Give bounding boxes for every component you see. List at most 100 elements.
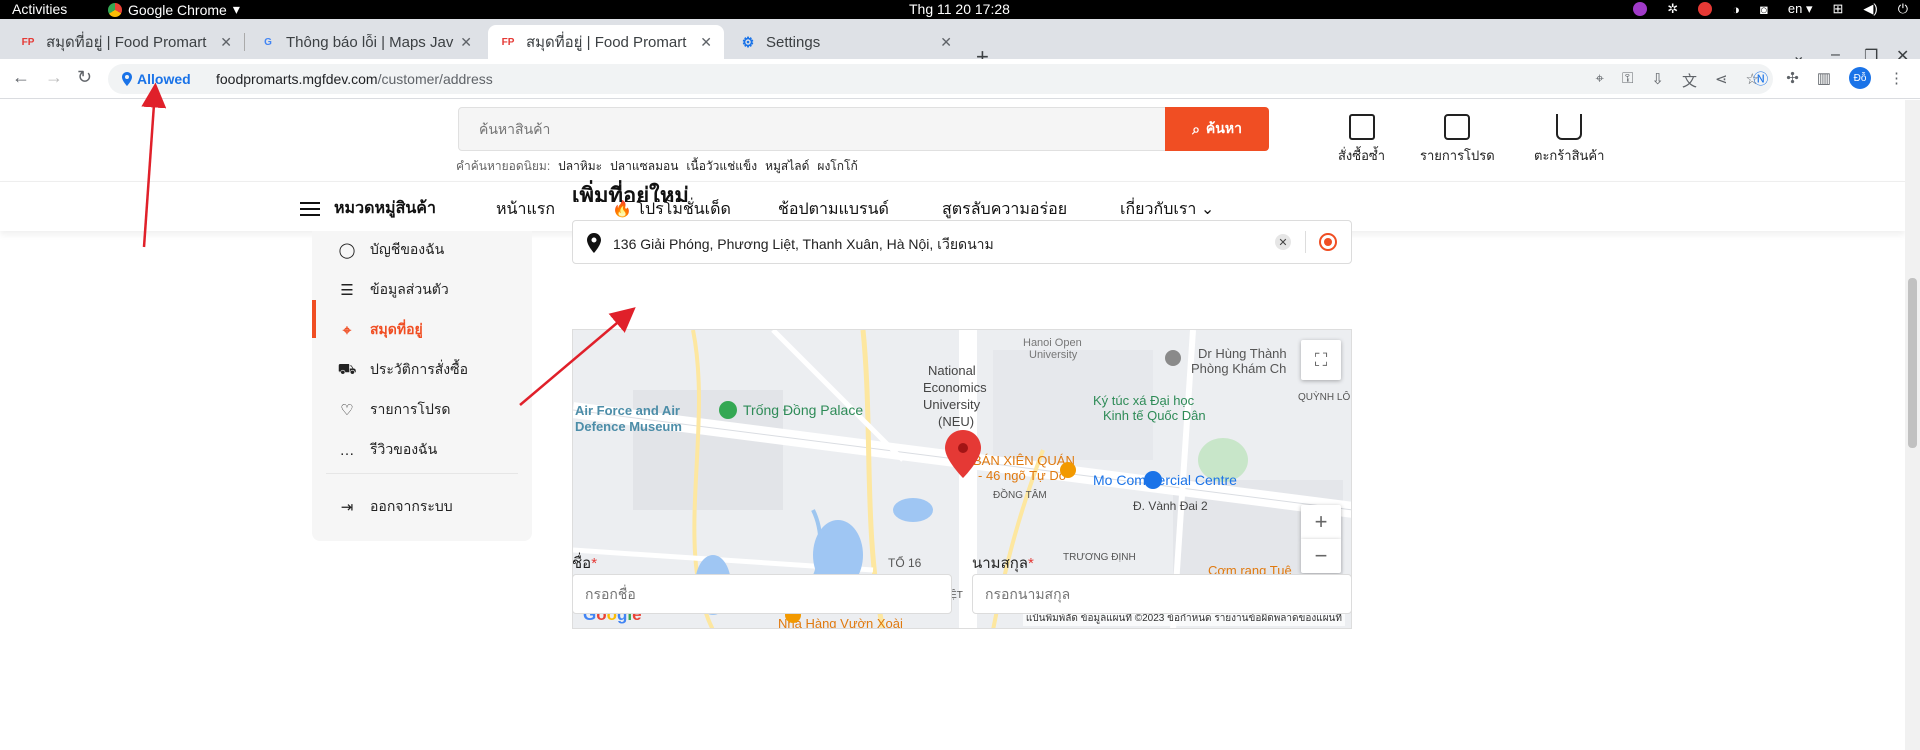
extension-n-icon[interactable]: Ⓝ (1753, 68, 1768, 89)
profile-list-icon: ☰ (340, 282, 354, 299)
reload-icon[interactable]: ↻ (77, 67, 92, 88)
popular-tag[interactable]: ปลาหิมะ (558, 157, 602, 176)
my-location-icon[interactable] (1319, 233, 1337, 251)
address-search-field[interactable]: 136 Giải Phóng, Phương Liệt, Thanh Xuân,… (572, 220, 1352, 264)
categories-menu[interactable]: หมวดหมู่สินค้า (300, 196, 436, 221)
discord-icon[interactable]: ◙ (1760, 2, 1768, 17)
sidebar-item-wishlist[interactable]: ♡ รายการโปรด (336, 398, 450, 422)
scrollbar-thumb[interactable] (1908, 278, 1917, 448)
first-name-field-wrap (572, 574, 952, 614)
sidebar-item-label: ข้อมูลส่วนตัว (370, 281, 449, 297)
search-input[interactable] (459, 108, 1167, 150)
page-scrollbar[interactable] (1905, 100, 1920, 750)
url-text[interactable]: foodpromarts.mgfdev.com/customer/address (216, 71, 493, 87)
search-button[interactable]: ⌕ ค้นหา (1165, 107, 1269, 151)
nav-recipes[interactable]: สูตรลับความอร่อย (942, 197, 1067, 222)
sidebar-item-profile[interactable]: ☰ ข้อมูลส่วนตัว (336, 278, 449, 302)
field-separator (1305, 231, 1306, 253)
omnibox[interactable]: Allowed foodpromarts.mgfdev.com/customer… (108, 64, 1773, 94)
back-icon[interactable]: ← (12, 67, 30, 88)
nav-about[interactable]: เกี่ยวกับเรา ⌄ (1120, 197, 1214, 222)
profile-avatar[interactable]: Đỗ (1849, 67, 1871, 89)
tab-4[interactable]: ⚙ Settings ✕ (728, 25, 964, 59)
site-permission-chip[interactable]: Allowed (116, 68, 197, 90)
chrome-icon (108, 2, 122, 17)
map-label: University (923, 397, 981, 412)
sidebar-item-account[interactable]: ◯ บัญชีของฉัน (336, 238, 445, 262)
zoom-out-button[interactable]: − (1301, 539, 1341, 573)
map-pin-icon (587, 233, 601, 253)
url-path: /customer/address (377, 71, 493, 87)
clinic-pin-icon[interactable] (1165, 350, 1181, 366)
fullscreen-button[interactable]: ⛶ (1301, 340, 1341, 380)
user-icon: ◯ (338, 242, 356, 259)
zoom-in-button[interactable]: + (1301, 505, 1341, 539)
slack-icon[interactable]: ✲ (1667, 1, 1678, 17)
nav-home[interactable]: หน้าแรก (496, 197, 555, 222)
map-label: University (1029, 349, 1078, 361)
tab-title: Thông báo lỗi | Maps Jav (286, 33, 454, 51)
network-icon[interactable]: ⊞ (1832, 1, 1843, 17)
chrome-app-menu[interactable]: Google Chrome ▾ (108, 1, 240, 18)
clear-icon[interactable]: ✕ (1275, 234, 1291, 250)
tab-3-active[interactable]: FP สมุดที่อยู่ | Food Promart ✕ (488, 25, 724, 59)
app-name: Google Chrome (128, 1, 227, 18)
map-label: Phòng Khám Ch (1191, 361, 1286, 376)
sidebar-item-logout[interactable]: ⇥ ออกจากระบบ (336, 495, 453, 519)
close-icon[interactable]: ✕ (940, 34, 952, 51)
reorder-button[interactable]: สั่งซื้อซ้ำ (1338, 114, 1385, 166)
share-icon[interactable]: ⋖ (1715, 70, 1728, 91)
extensions-puzzle-icon[interactable]: ✣ (1786, 69, 1799, 87)
last-name-field-wrap (972, 574, 1352, 614)
cart-button[interactable]: ตะกร้าสินค้า (1534, 114, 1604, 166)
cart-history-icon: ⛟ (337, 360, 357, 378)
restaurant-pin-icon[interactable] (1060, 462, 1076, 478)
extension-toolbar: Ⓝ ✣ ▥ Đỗ ⋮ (1753, 67, 1904, 89)
sidebar-item-reviews[interactable]: … รีวิวของฉัน (336, 438, 438, 462)
tab-1[interactable]: FP สมุดที่อยู่ | Food Promart ✕ (8, 25, 245, 59)
close-icon[interactable]: ✕ (220, 34, 232, 51)
landmark-pin-icon[interactable] (719, 401, 737, 419)
sidebar-item-address-book[interactable]: ⌖ สมุดที่อยู่ (336, 318, 423, 342)
first-name-text: ชื่อ (572, 555, 592, 572)
close-icon[interactable]: ✕ (700, 34, 712, 51)
active-indicator (312, 300, 316, 338)
side-panel-icon[interactable]: ▥ (1817, 69, 1831, 87)
wishlist-button[interactable]: รายการโปรด (1420, 114, 1495, 166)
tab-2[interactable]: G Thông báo lỗi | Maps Jav ✕ (248, 25, 484, 59)
app-indicator-icon[interactable] (1633, 2, 1648, 16)
activities-button[interactable]: Activities (12, 1, 67, 17)
sidebar-item-orders[interactable]: ⛟ ประวัติการสั่งซื้อ (336, 358, 468, 382)
shopping-pin-icon[interactable] (1144, 471, 1162, 489)
location-pin-icon (122, 72, 132, 86)
navigation-bar: ← → ↻ Allowed foodpromarts.mgfdev.com/cu… (0, 59, 1920, 99)
fire-icon: 🔥 (612, 201, 632, 218)
clock[interactable]: Thg 11 20 17:28 (909, 1, 1010, 17)
popular-tag[interactable]: หมูสไลด์ (765, 157, 809, 176)
language-indicator[interactable]: en ▾ (1788, 1, 1813, 17)
key-icon[interactable]: ⚿ (1622, 70, 1633, 91)
install-icon[interactable]: ⇩ (1651, 70, 1664, 91)
do-not-disturb-icon[interactable] (1698, 2, 1713, 16)
power-icon[interactable]: ⏻ (1898, 1, 1908, 17)
nav-brands[interactable]: ช้อปตามแบรนด์ (778, 197, 889, 222)
search-icon: ⌕ (1192, 120, 1200, 137)
google-icon: G (264, 36, 272, 48)
forward-icon[interactable]: → (45, 67, 63, 88)
popular-tag[interactable]: ผงโกโก้ (817, 157, 857, 176)
volume-icon[interactable]: ◀) (1863, 1, 1877, 17)
popular-tag[interactable]: ปลาแซลมอน (610, 157, 678, 176)
categories-label: หมวดหมู่สินค้า (334, 200, 436, 217)
close-icon[interactable]: ✕ (460, 34, 472, 51)
first-name-input[interactable] (573, 575, 951, 613)
last-name-input[interactable] (973, 575, 1351, 613)
cart-label: ตะกร้าสินค้า (1534, 148, 1605, 163)
location-icon[interactable]: ⌖ (1596, 70, 1604, 91)
translate-icon[interactable]: 文 (1682, 70, 1697, 91)
map-label: (NEU) (938, 414, 974, 429)
system-tray[interactable]: ✲ ◑ ◙ en ▾ ⊞ ◀) ⏻ (1633, 1, 1908, 17)
hamburger-icon (300, 201, 320, 216)
chrome-menu-icon[interactable]: ⋮ (1889, 69, 1904, 87)
popular-tag[interactable]: เนื้อวัวแช่แข็ง (686, 157, 757, 176)
night-light-icon[interactable]: ◑ (1732, 2, 1740, 17)
